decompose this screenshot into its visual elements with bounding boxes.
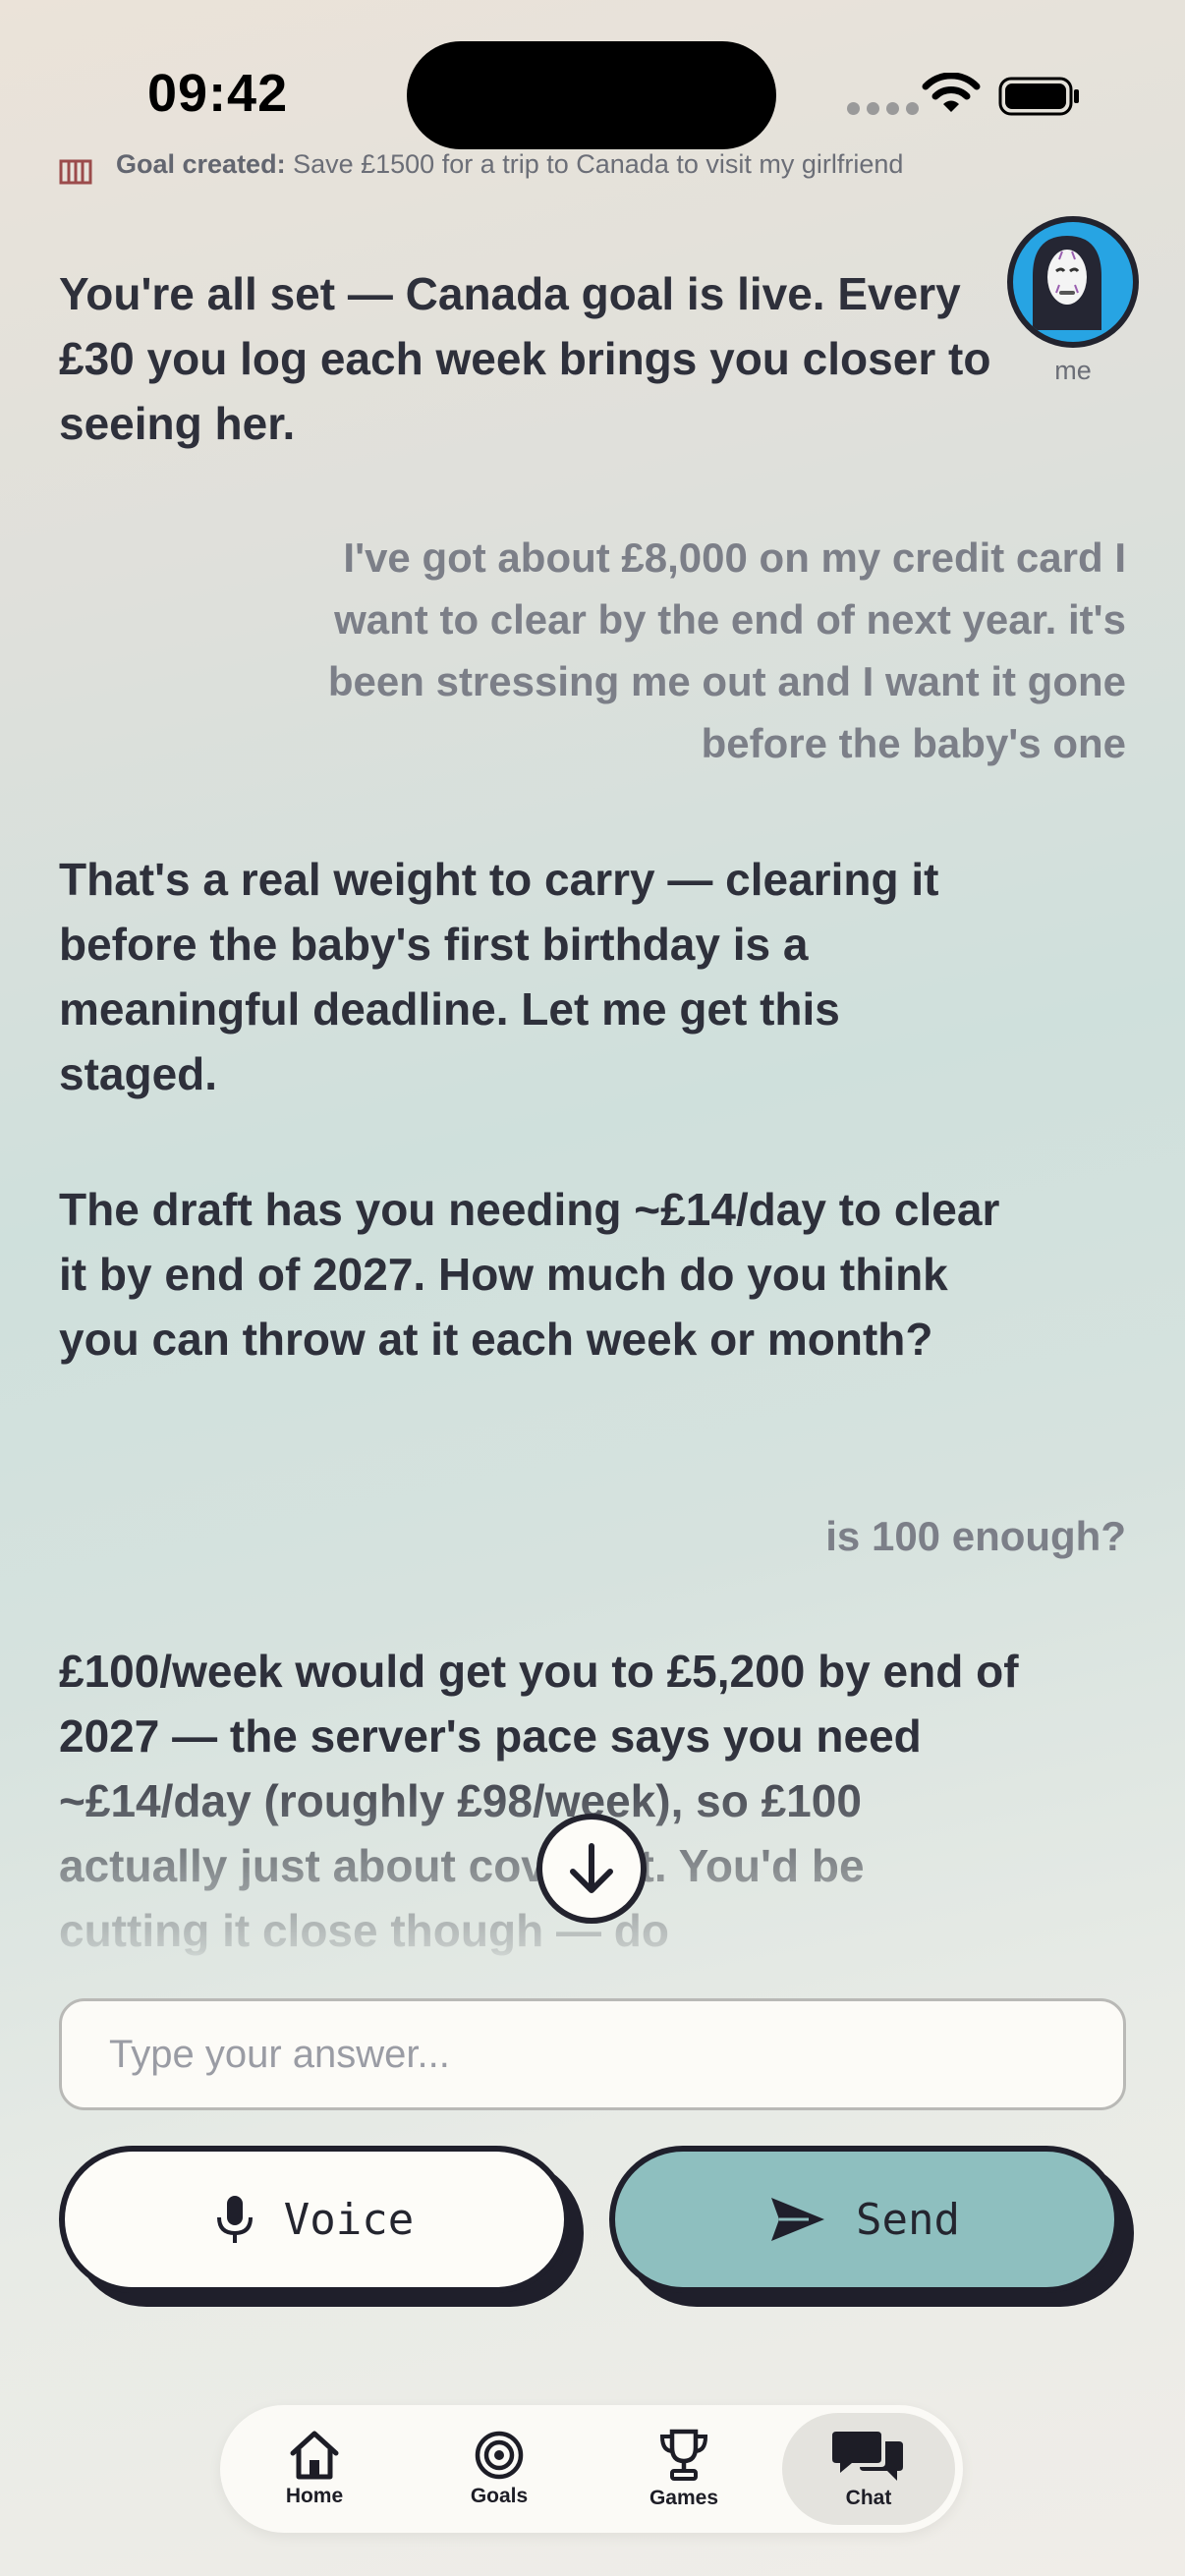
trophy-icon xyxy=(659,2429,708,2481)
tab-chat[interactable]: Chat xyxy=(782,2413,955,2525)
tab-games[interactable]: Games xyxy=(597,2413,770,2525)
arrow-down-icon xyxy=(570,1843,613,1893)
tab-goals-label: Goals xyxy=(470,2485,529,2507)
answer-input[interactable] xyxy=(59,1998,1126,2110)
tab-chat-label: Chat xyxy=(845,2487,892,2509)
chat-bubbles-icon xyxy=(832,2432,903,2481)
voice-button[interactable]: Voice xyxy=(59,2146,570,2293)
bot-message: That's a real weight to carry — clearing… xyxy=(59,854,939,1099)
scroll-to-bottom-button[interactable] xyxy=(536,1814,647,1924)
bot-message: £100/week would get you to £5,200 by end… xyxy=(59,1646,1019,1956)
tab-home-label: Home xyxy=(285,2485,344,2507)
user-message: I've got about £8,000 on my credit card … xyxy=(327,534,1126,766)
send-button-label: Send xyxy=(856,2194,960,2245)
bot-message: You're all set — Canada goal is live. Ev… xyxy=(59,268,991,449)
microphone-icon xyxy=(216,2196,253,2243)
user-message: is 100 enough? xyxy=(825,1513,1126,1559)
home-icon xyxy=(290,2431,339,2480)
bot-message: The draft has you needing ~£14/day to cl… xyxy=(59,1184,1000,1365)
tab-games-label: Games xyxy=(649,2487,719,2509)
chat-thread[interactable]: You're all set — Canada goal is live. Ev… xyxy=(0,0,1185,1965)
send-icon xyxy=(771,2198,825,2241)
bottom-tab-bar: Home Goals Games Chat xyxy=(220,2405,963,2533)
tab-home[interactable]: Home xyxy=(228,2413,401,2525)
tab-goals[interactable]: Goals xyxy=(413,2413,586,2525)
target-icon xyxy=(475,2431,524,2480)
send-button[interactable]: Send xyxy=(609,2146,1120,2293)
voice-button-label: Voice xyxy=(283,2194,415,2245)
